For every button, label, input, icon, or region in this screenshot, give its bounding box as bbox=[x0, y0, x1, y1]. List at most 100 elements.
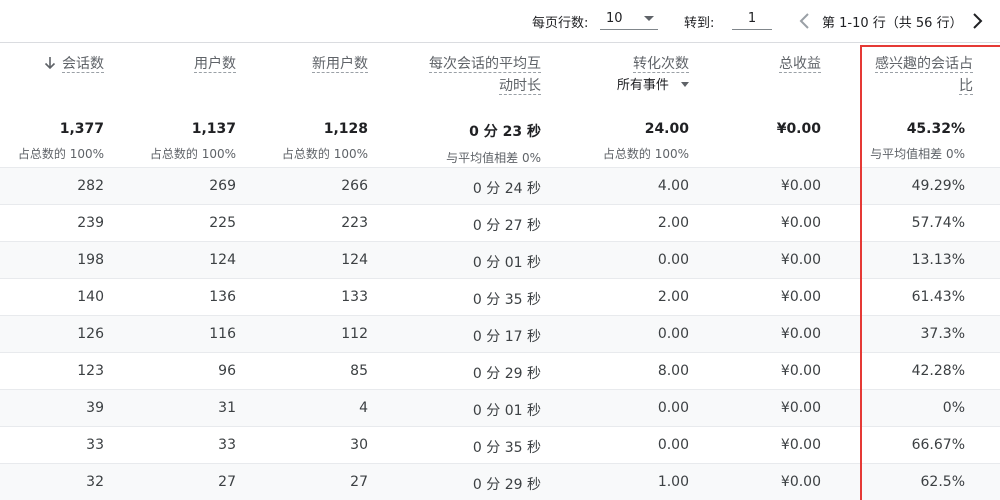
cell-sessions: 282 bbox=[77, 178, 104, 194]
cell-revenue: ¥0.00 bbox=[780, 215, 821, 231]
cell-conversions: 2.00 bbox=[657, 289, 689, 305]
cell-revenue: ¥0.00 bbox=[780, 289, 821, 305]
cell-avg-engagement: 0 分 29 秒 bbox=[472, 366, 541, 382]
chevron-right-icon bbox=[973, 13, 983, 29]
cell-avg-engagement: 0 分 01 秒 bbox=[472, 403, 541, 419]
cell-avg-engagement: 0 分 17 秒 bbox=[472, 329, 541, 345]
rows-per-page-select[interactable]: 10 bbox=[600, 8, 658, 30]
prev-page-button[interactable] bbox=[795, 9, 815, 33]
cell-sessions: 126 bbox=[77, 326, 104, 342]
pagination-bar: 每页行数: 10 转到: 1 第 1-10 行（共 56 行） bbox=[0, 0, 1000, 43]
column-header-label: 总收益 bbox=[779, 56, 821, 73]
cell-new-users: 85 bbox=[350, 363, 368, 379]
cell-new-users: 27 bbox=[350, 474, 368, 490]
goto-page-input[interactable]: 1 bbox=[732, 8, 772, 30]
event-filter-dropdown[interactable]: 所有事件 bbox=[617, 75, 689, 97]
column-header-label: 转化次数 bbox=[633, 56, 689, 73]
column-highlight-box bbox=[860, 45, 1000, 500]
table-row: 140 136 133 0 分 35 秒 2.00 ¥0.00 61.43% bbox=[0, 278, 1000, 315]
cell-sessions: 140 bbox=[77, 289, 104, 305]
cell-sessions: 123 bbox=[77, 363, 104, 379]
rows-per-page-label: 每页行数: bbox=[532, 16, 589, 31]
cell-revenue: ¥0.00 bbox=[780, 252, 821, 268]
column-header-users[interactable]: 用户数 bbox=[194, 53, 236, 75]
cell-users: 124 bbox=[209, 252, 236, 268]
cell-sessions: 198 bbox=[77, 252, 104, 268]
total-value: 0 分 23 秒 bbox=[469, 124, 541, 140]
cell-revenue: ¥0.00 bbox=[780, 363, 821, 379]
total-note: 占总数的 100% bbox=[602, 147, 689, 161]
column-header-label: 用户数 bbox=[194, 56, 236, 73]
cell-users: 136 bbox=[209, 289, 236, 305]
total-value: 24.00 bbox=[644, 121, 689, 137]
total-value: 1,377 bbox=[59, 121, 104, 137]
column-header-total-revenue[interactable]: 总收益 bbox=[779, 53, 821, 75]
cell-sessions: 33 bbox=[86, 437, 104, 453]
cell-revenue: ¥0.00 bbox=[780, 474, 821, 490]
event-filter-label: 所有事件 bbox=[616, 78, 669, 93]
cell-conversions: 8.00 bbox=[657, 363, 689, 379]
cell-users: 269 bbox=[209, 178, 236, 194]
cell-new-users: 4 bbox=[359, 400, 368, 416]
next-page-button[interactable] bbox=[967, 9, 987, 33]
cell-sessions: 39 bbox=[86, 400, 104, 416]
cell-new-users: 112 bbox=[341, 326, 368, 342]
total-note: 与平均值相差 0% bbox=[446, 151, 541, 165]
column-header-conversions[interactable]: 转化次数 所有事件 bbox=[617, 53, 689, 97]
cell-users: 116 bbox=[209, 326, 236, 342]
cell-new-users: 30 bbox=[350, 437, 368, 453]
cell-revenue: ¥0.00 bbox=[780, 178, 821, 194]
table-row: 123 96 85 0 分 29 秒 8.00 ¥0.00 42.28% bbox=[0, 352, 1000, 389]
cell-users: 31 bbox=[218, 400, 236, 416]
cell-conversions: 2.00 bbox=[657, 215, 689, 231]
column-header-avg-engagement[interactable]: 每次会话的平均互 动时长 bbox=[429, 53, 541, 97]
total-note: 占总数的 100% bbox=[149, 147, 236, 161]
cell-avg-engagement: 0 分 27 秒 bbox=[472, 218, 541, 234]
cell-avg-engagement: 0 分 29 秒 bbox=[472, 477, 541, 493]
cell-new-users: 133 bbox=[341, 289, 368, 305]
table-row: 198 124 124 0 分 01 秒 0.00 ¥0.00 13.13% bbox=[0, 241, 1000, 278]
column-header-sessions[interactable]: 会话数 bbox=[44, 53, 104, 75]
total-avg-engagement: 0 分 23 秒 与平均值相差 0% bbox=[446, 121, 541, 166]
total-value: 1,128 bbox=[323, 121, 368, 137]
cell-new-users: 223 bbox=[341, 215, 368, 231]
cell-sessions: 239 bbox=[77, 215, 104, 231]
table-row: 39 31 4 0 分 01 秒 0.00 ¥0.00 0% bbox=[0, 389, 1000, 426]
cell-revenue: ¥0.00 bbox=[780, 437, 821, 453]
column-header-label-line2: 动时长 bbox=[499, 78, 541, 95]
cell-users: 96 bbox=[218, 363, 236, 379]
arrow-down-icon bbox=[44, 57, 56, 70]
cell-new-users: 266 bbox=[341, 178, 368, 194]
cell-conversions: 0.00 bbox=[657, 437, 689, 453]
goto-label: 转到: bbox=[684, 16, 715, 31]
column-header-new-users[interactable]: 新用户数 bbox=[312, 53, 368, 75]
caret-down-icon bbox=[681, 82, 689, 87]
cell-conversions: 0.00 bbox=[657, 400, 689, 416]
total-value: ¥0.00 bbox=[776, 121, 821, 137]
cell-sessions: 32 bbox=[86, 474, 104, 490]
cell-avg-engagement: 0 分 24 秒 bbox=[472, 181, 541, 197]
cell-users: 27 bbox=[218, 474, 236, 490]
cell-avg-engagement: 0 分 35 秒 bbox=[472, 440, 541, 456]
table-row: 32 27 27 0 分 29 秒 1.00 ¥0.00 62.5% bbox=[0, 463, 1000, 500]
total-note: 占总数的 100% bbox=[17, 147, 104, 161]
caret-down-icon bbox=[644, 16, 654, 21]
cell-users: 33 bbox=[218, 437, 236, 453]
total-conversions: 24.00 占总数的 100% bbox=[603, 121, 689, 162]
total-sessions: 1,377 占总数的 100% bbox=[18, 121, 104, 162]
column-header-label: 新用户数 bbox=[312, 56, 368, 73]
page-range-text: 第 1-10 行（共 56 行） bbox=[822, 16, 963, 31]
cell-revenue: ¥0.00 bbox=[780, 326, 821, 342]
cell-avg-engagement: 0 分 35 秒 bbox=[472, 292, 541, 308]
rows-per-page-value: 10 bbox=[606, 11, 623, 26]
table-row: 126 116 112 0 分 17 秒 0.00 ¥0.00 37.3% bbox=[0, 315, 1000, 352]
total-value: 1,137 bbox=[191, 121, 236, 137]
cell-conversions: 0.00 bbox=[657, 326, 689, 342]
cell-conversions: 4.00 bbox=[657, 178, 689, 194]
cell-avg-engagement: 0 分 01 秒 bbox=[472, 255, 541, 271]
cell-new-users: 124 bbox=[341, 252, 368, 268]
column-header-label: 会话数 bbox=[62, 56, 104, 73]
total-revenue: ¥0.00 bbox=[777, 121, 821, 145]
cell-users: 225 bbox=[209, 215, 236, 231]
total-note: 占总数的 100% bbox=[281, 147, 368, 161]
